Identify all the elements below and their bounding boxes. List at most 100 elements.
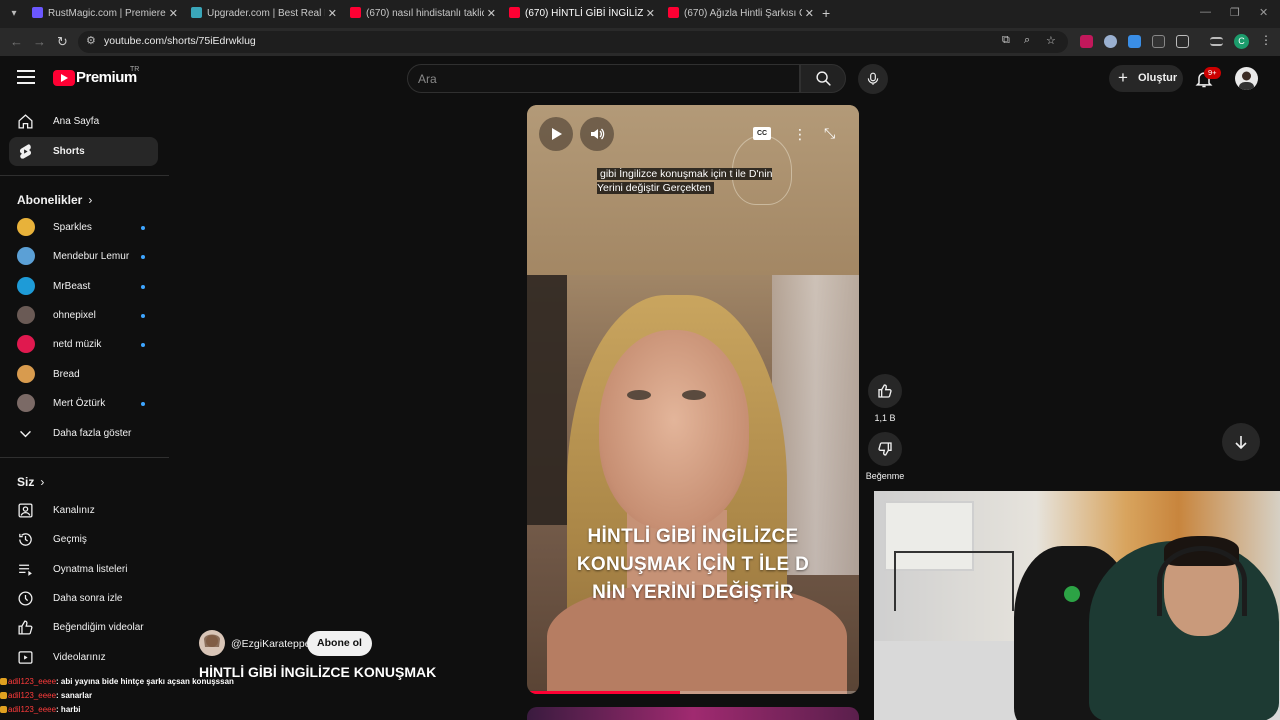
- sidebar-subscription-item[interactable]: Sparkles: [9, 213, 158, 242]
- extension-icon[interactable]: [1152, 35, 1165, 48]
- tab-title: (670) nasıl hindistanlı taklidi ya: [366, 8, 484, 19]
- sidebar-item-playlists[interactable]: Oynatma listeleri: [9, 555, 158, 584]
- menu-icon[interactable]: [17, 70, 35, 84]
- browser-tab[interactable]: (670) nasıl hindistanlı taklidi ya✕: [350, 4, 498, 24]
- logo-text: Premium: [76, 69, 137, 86]
- browser-tab[interactable]: RustMagic.com | Premiere Rust✕: [32, 4, 180, 24]
- tab-favicon-icon: [32, 7, 43, 18]
- subscribe-button[interactable]: Abone ol: [307, 631, 372, 656]
- back-button[interactable]: ←: [10, 34, 23, 49]
- extension-icon[interactable]: [1128, 35, 1141, 48]
- browser-menu-icon[interactable]: ⋮: [1260, 33, 1272, 47]
- like-button[interactable]: [868, 374, 902, 408]
- sidebar-item-label: Geçmiş: [53, 534, 87, 545]
- like-count: 1,1 B: [874, 413, 896, 423]
- address-bar: ← → ↻ ⚙ youtube.com/shorts/75iEdrwklug ⧉…: [0, 28, 1280, 56]
- extension-icon[interactable]: [1104, 35, 1117, 48]
- channel-avatar: [17, 335, 35, 354]
- search-input[interactable]: [418, 70, 778, 88]
- sidebar-subscription-item[interactable]: netd müzik: [9, 330, 158, 359]
- extensions-puzzle-icon[interactable]: [1176, 35, 1189, 48]
- reading-list-icon[interactable]: [1210, 37, 1223, 46]
- tab-search-button[interactable]: ▾: [6, 6, 22, 22]
- thumbs-up-icon: [878, 384, 892, 398]
- tab-close-icon[interactable]: ✕: [487, 4, 496, 24]
- sidebar-item-liked[interactable]: Beğendiğim videolar: [9, 613, 158, 642]
- tab-close-icon[interactable]: ✕: [805, 4, 814, 24]
- sidebar-item-label: Beğendiğim videolar: [53, 622, 144, 633]
- channel-name[interactable]: @EzgiKarateppe: [231, 638, 311, 650]
- you-heading[interactable]: Siz ›: [17, 475, 44, 489]
- url-field[interactable]: ⚙ youtube.com/shorts/75iEdrwklug ⧉ ⌕ ☆: [78, 31, 1068, 53]
- overlay-line: NİN YERİNİ DEĞİŞTİR: [592, 582, 794, 603]
- sidebar-item-watch-later[interactable]: Daha sonra izle: [9, 584, 158, 613]
- overlay-line: KONUŞMAK İÇİN T İLE D: [576, 554, 810, 575]
- video-person-eye: [682, 390, 706, 400]
- browser-profile-avatar[interactable]: C: [1234, 34, 1249, 49]
- you-heading-label: Siz: [17, 475, 35, 489]
- channel-avatar: [17, 247, 35, 266]
- volume-button[interactable]: [580, 117, 614, 151]
- reload-button[interactable]: ↻: [57, 34, 68, 50]
- new-tab-button[interactable]: +: [822, 5, 830, 21]
- account-avatar[interactable]: [1235, 67, 1258, 90]
- tab-close-icon[interactable]: ✕: [328, 4, 337, 24]
- captions-button[interactable]: CC: [753, 127, 771, 140]
- sidebar-item-history[interactable]: Geçmiş: [9, 525, 158, 554]
- sidebar-subscription-item[interactable]: ohnepixel: [9, 301, 158, 330]
- restore-button[interactable]: ❐: [1230, 6, 1240, 19]
- sidebar-subscription-item[interactable]: MrBeast: [9, 272, 158, 301]
- sidebar-item-your-videos[interactable]: Videolarınız: [9, 643, 158, 672]
- avatar-image: [1239, 71, 1254, 90]
- tab-favicon-icon: [668, 7, 679, 18]
- sidebar-subscription-item[interactable]: Mendebur Lemur: [9, 242, 158, 271]
- mic-icon: [867, 72, 879, 85]
- history-icon: [19, 533, 32, 546]
- next-short-preview[interactable]: [527, 707, 859, 720]
- sidebar-divider: [0, 175, 169, 176]
- chat-message: adil123_eeee: harbi: [0, 703, 310, 717]
- minimize-button[interactable]: —: [1200, 6, 1211, 18]
- extension-icon[interactable]: [1080, 35, 1093, 48]
- dislike-button[interactable]: [868, 432, 902, 466]
- close-window-button[interactable]: ✕: [1259, 6, 1268, 19]
- tab-close-icon[interactable]: ✕: [646, 4, 655, 24]
- thumbs-down-icon: [878, 442, 892, 456]
- play-button[interactable]: [539, 117, 573, 151]
- new-content-dot: [141, 343, 145, 348]
- browser-tab[interactable]: (670) HİNTLİ GİBİ İNGİLİZCE KO✕: [509, 4, 657, 24]
- short-video-player[interactable]: CC ⋮ ⤡ gibi İngilizce konuşmak için t il…: [527, 105, 859, 694]
- sidebar-subscription-item[interactable]: Bread: [9, 360, 158, 389]
- browser-tab[interactable]: Upgrader.com | Best Real Life M✕: [191, 4, 339, 24]
- zoom-icon[interactable]: ⌕: [1024, 34, 1030, 47]
- next-short-button[interactable]: [1222, 423, 1260, 461]
- create-button[interactable]: + Oluştur: [1109, 65, 1183, 92]
- video-caption: gibi İngilizce konuşmak için t ile D'nin…: [597, 168, 773, 194]
- show-more-button[interactable]: Daha fazla göster: [9, 419, 158, 448]
- sidebar-item-label: netd müzik: [53, 339, 102, 351]
- tab-close-icon[interactable]: ✕: [169, 4, 178, 24]
- video-progress-bar[interactable]: [527, 691, 859, 694]
- forward-button[interactable]: →: [33, 34, 46, 49]
- browser-tab[interactable]: (670) Ağızla Hintli Şarkısı Çalma✕: [668, 4, 816, 24]
- volume-icon: [591, 128, 605, 140]
- watch-later-icon: [18, 591, 33, 606]
- more-options-icon[interactable]: ⋮: [793, 126, 807, 143]
- sidebar-item-home[interactable]: Ana Sayfa: [9, 107, 158, 136]
- sidebar-item-channel[interactable]: Kanalınız: [9, 496, 158, 525]
- show-more-label: Daha fazla göster: [53, 428, 132, 439]
- sidebar-item-label: MrBeast: [53, 280, 91, 292]
- subscriptions-heading[interactable]: Abonelikler ›: [17, 193, 92, 207]
- voice-search-button[interactable]: [858, 64, 888, 94]
- sidebar-item-shorts[interactable]: Shorts: [9, 137, 158, 166]
- site-settings-icon[interactable]: ⚙: [86, 34, 96, 47]
- install-app-icon[interactable]: ⧉: [1002, 34, 1010, 47]
- channel-avatar[interactable]: [199, 630, 225, 656]
- sidebar-subscription-item[interactable]: Mert Öztürk: [9, 389, 158, 418]
- fullscreen-icon[interactable]: ⤡: [824, 125, 835, 142]
- bookmark-star-icon[interactable]: ☆: [1046, 34, 1056, 47]
- sidebar-item-label: Mert Öztürk: [53, 397, 106, 409]
- search-button[interactable]: [800, 64, 846, 93]
- new-content-dot: [141, 255, 145, 260]
- sidebar-item-label: Mendebur Lemur: [53, 251, 130, 263]
